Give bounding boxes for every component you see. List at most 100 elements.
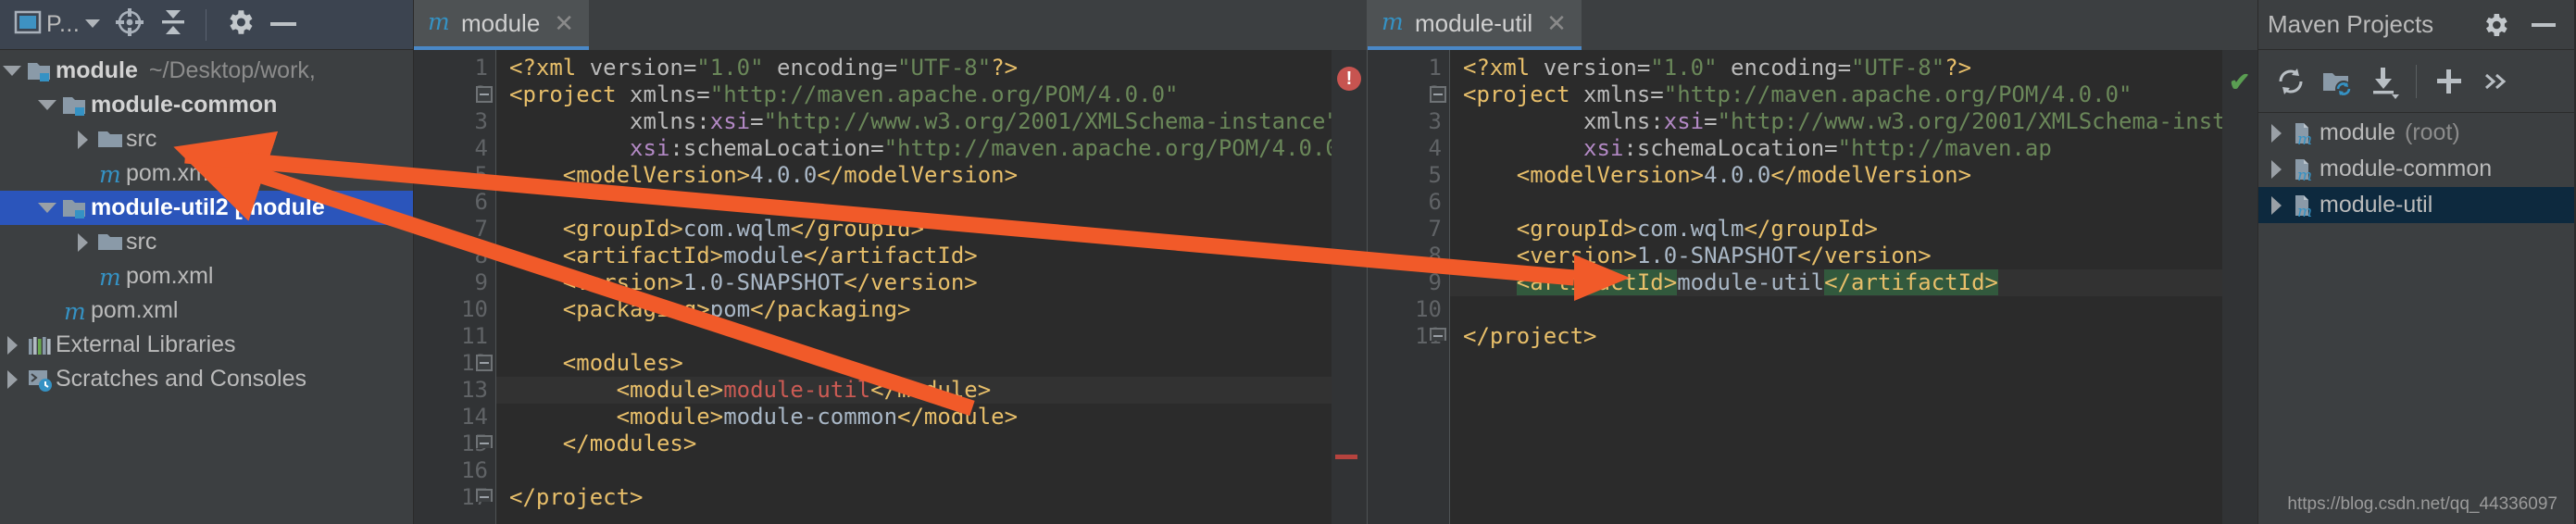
code-line[interactable]: <module>module-util</module> <box>496 377 1332 404</box>
code-line[interactable]: <module>module-common</module> <box>496 404 1332 430</box>
project-tree[interactable]: module ~/Desktop/work, module-common src m po… <box>0 50 413 524</box>
maven-row-label: module-common <box>2320 156 2493 181</box>
code-line[interactable]: <?xml version="1.0" encoding="UTF-8"?> <box>1450 55 2222 81</box>
fold-marker[interactable] <box>1430 328 1446 341</box>
editor-right-code[interactable]: <?xml version="1.0" encoding="UTF-8"?> <p… <box>1449 50 2222 524</box>
project-view-selector[interactable]: P... <box>9 6 106 44</box>
code-line[interactable] <box>1450 296 2222 323</box>
tree-row-src[interactable]: src <box>0 122 413 156</box>
collapse-all-button[interactable] <box>154 6 193 44</box>
tree-row-pom-xml[interactable]: m pom.xml <box>0 259 413 293</box>
code-line[interactable]: <project xmlns="http://maven.apache.org/… <box>496 81 1332 108</box>
maven-row-module-util[interactable]: m module-util <box>2258 187 2574 223</box>
code-line[interactable]: </project> <box>1450 323 2222 350</box>
error-stripe[interactable] <box>1335 455 1357 459</box>
code-line[interactable]: <artifactId>module-util</artifactId> <box>1450 269 2222 296</box>
code-token: xmlns= <box>630 81 710 107</box>
editor-left-body: 1234567891011121314151617 <?xml version=… <box>414 50 1367 524</box>
generate-sources-button[interactable] <box>2316 60 2358 103</box>
tree-row-external-libraries[interactable]: External Libraries <box>0 328 413 362</box>
line-number: 7 <box>474 216 488 242</box>
download-sources-button[interactable] <box>2362 60 2405 103</box>
code-line[interactable]: xsi:schemaLocation="http://maven.apache.… <box>496 135 1332 162</box>
code-line[interactable]: <artifactId>module</artifactId> <box>496 243 1332 269</box>
code-line[interactable]: <packaging>pom</packaging> <box>496 296 1332 323</box>
editor-left-code[interactable]: <?xml version="1.0" encoding="UTF-8"?> <p… <box>495 50 1332 524</box>
code-line[interactable]: <modelVersion>4.0.0</modelVersion> <box>1450 162 2222 189</box>
maven-hide-button[interactable] <box>2522 4 2565 46</box>
error-icon[interactable]: ! <box>1337 67 1361 91</box>
code-line[interactable]: <modelVersion>4.0.0</modelVersion> <box>496 162 1332 189</box>
tree-expander[interactable] <box>2264 123 2288 143</box>
tree-row-pom-xml[interactable]: m pom.xml <box>0 156 413 191</box>
code-line[interactable]: <version>1.0-SNAPSHOT</version> <box>496 269 1332 296</box>
code-line[interactable] <box>496 323 1332 350</box>
maven-row-module-common[interactable]: m module-common <box>2258 151 2574 187</box>
tree-row-src[interactable]: src <box>0 225 413 259</box>
tree-expander[interactable] <box>70 130 94 149</box>
tree-expander[interactable] <box>2264 195 2288 215</box>
code-line[interactable]: <groupId>com.wqlm</groupId> <box>1450 216 2222 243</box>
tab-module-util[interactable]: m module-util ✕ <box>1368 0 1582 50</box>
fold-marker[interactable] <box>1430 86 1446 103</box>
editor-right-markerbar[interactable]: ✔ <box>2222 50 2257 524</box>
svg-text:m: m <box>2297 167 2312 182</box>
code-token: <module> <box>616 404 724 430</box>
code-line[interactable]: <?xml version="1.0" encoding="UTF-8"?> <box>496 55 1332 81</box>
code-line[interactable] <box>496 189 1332 216</box>
code-line[interactable]: </modules> <box>496 430 1332 457</box>
code-token: <?xml <box>509 55 577 81</box>
tree-row-scratches-and-consoles[interactable]: Scratches and Consoles <box>0 362 413 396</box>
tree-row-pom-xml[interactable]: m pom.xml <box>0 293 413 328</box>
close-icon[interactable]: ✕ <box>1543 11 1567 35</box>
code-line[interactable]: <version>1.0-SNAPSHOT</version> <box>1450 243 2222 269</box>
editor-left-gutter[interactable]: 1234567891011121314151617 <box>414 50 495 524</box>
code-token: "http://maven.apache.org/POM/4.0.0" <box>709 81 1179 107</box>
code-token: </artifactId> <box>1824 269 1998 295</box>
code-line[interactable]: </project> <box>496 484 1332 511</box>
tree-expander[interactable] <box>0 66 24 76</box>
tree-expander[interactable] <box>35 100 59 110</box>
fold-marker[interactable] <box>476 489 493 502</box>
libraries-icon <box>24 332 56 358</box>
tree-expander[interactable] <box>70 232 94 252</box>
code-line[interactable]: <modules> <box>496 350 1332 377</box>
hide-panel-button[interactable] <box>264 6 303 44</box>
code-line[interactable]: xmlns:xsi="http://www.w3.org/2001/XMLSch… <box>1450 108 2222 135</box>
scratches-icon <box>24 367 56 393</box>
add-maven-project-button[interactable] <box>2428 60 2470 103</box>
maven-settings-button[interactable] <box>2474 4 2517 46</box>
code-line[interactable] <box>496 457 1332 484</box>
tree-expander[interactable] <box>0 335 24 355</box>
code-line[interactable]: <project xmlns="http://maven.apache.org/… <box>1450 81 2222 108</box>
tree-row-module[interactable]: module ~/Desktop/work, <box>0 54 413 88</box>
code-line[interactable]: <groupId>com.wqlm</groupId> <box>496 216 1332 243</box>
code-token: 4.0.0 <box>750 162 818 188</box>
tree-expander[interactable] <box>35 203 59 213</box>
more-options-button[interactable] <box>2474 60 2517 103</box>
code-line[interactable]: xsi:schemaLocation="http://maven.ap <box>1450 135 2222 162</box>
locate-file-button[interactable] <box>109 6 150 44</box>
code-line[interactable] <box>1450 189 2222 216</box>
fold-marker[interactable] <box>476 435 493 448</box>
tree-expander[interactable] <box>2264 159 2288 179</box>
tree-expander[interactable] <box>0 369 24 389</box>
tree-row-module-util2-module[interactable]: module-util2 [module <box>0 191 413 225</box>
code-token: "UTF-8" <box>897 55 992 81</box>
fold-marker[interactable] <box>476 355 493 371</box>
project-settings-button[interactable] <box>219 6 260 44</box>
fold-marker[interactable] <box>476 86 493 103</box>
reimport-all-maven-projects-button[interactable] <box>2270 60 2312 103</box>
maven-projects-tree[interactable]: m module (root) m module-common m module-util <box>2258 113 2574 524</box>
maven-row-module[interactable]: m module (root) <box>2258 115 2574 151</box>
code-token: <artifactId> <box>1516 269 1678 295</box>
tree-row-module-common[interactable]: module-common <box>0 88 413 122</box>
editor-right-gutter[interactable]: 1234567891011 <box>1368 50 1449 524</box>
editor-left-markerbar[interactable]: ! <box>1332 50 1367 524</box>
tab-module[interactable]: m module ✕ <box>414 0 590 50</box>
code-line[interactable]: xmlns:xsi="http://www.w3.org/2001/XMLSch… <box>496 108 1332 135</box>
close-icon[interactable]: ✕ <box>550 11 574 35</box>
